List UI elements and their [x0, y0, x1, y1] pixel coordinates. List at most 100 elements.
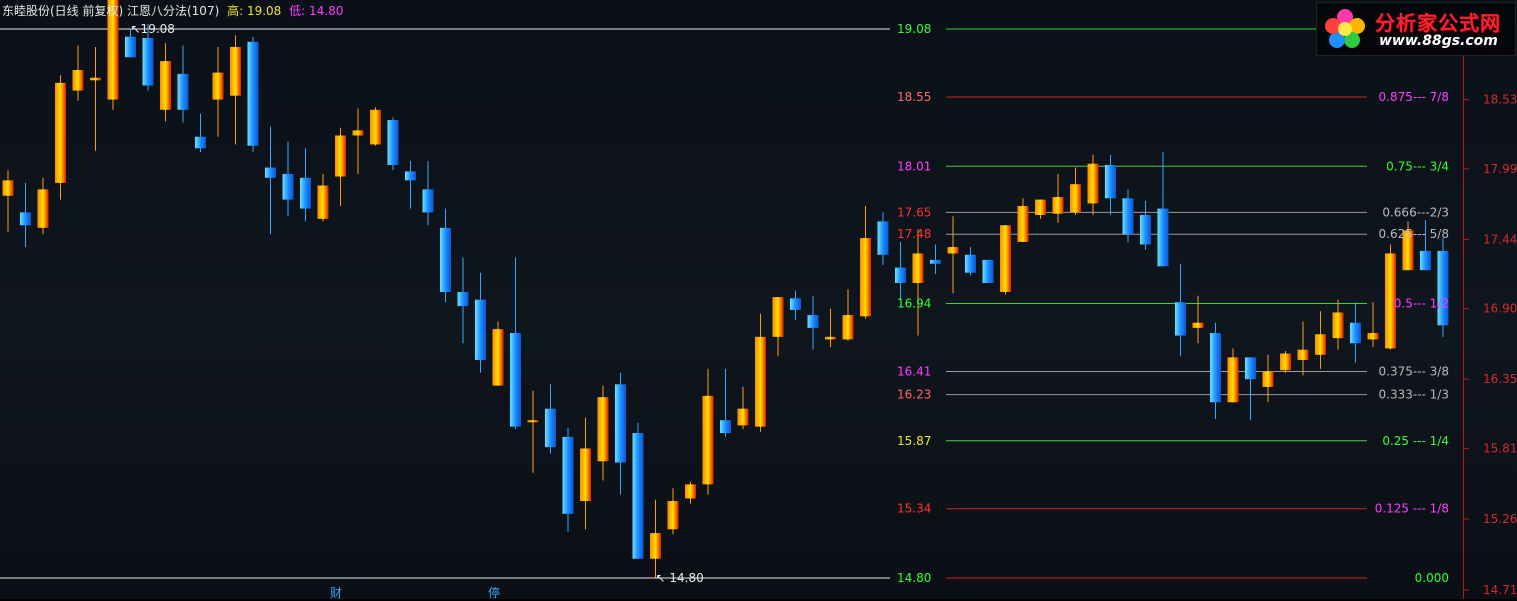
candle-67 — [1175, 263, 1186, 357]
candle-body-up — [1280, 353, 1291, 371]
candle-5 — [90, 46, 101, 151]
candle-body-up — [37, 189, 49, 228]
candle-body-down — [1175, 302, 1186, 336]
candle-body-up — [90, 77, 101, 81]
candle-19 — [335, 127, 346, 207]
candle-77 — [1350, 302, 1361, 363]
candle-body-up — [755, 336, 766, 427]
candle-48 — [842, 289, 854, 341]
level-ratio-label-5: 0.5--- 1/2 — [1394, 297, 1449, 311]
finance-marker[interactable]: 财 — [330, 584, 342, 601]
level-price-label-9: 15.34 — [897, 502, 931, 516]
candle-body-up — [370, 109, 381, 145]
candle-body-up — [1227, 357, 1239, 403]
axis-tick-label-3: 16.90 — [1483, 302, 1517, 316]
candle-body-up — [1262, 371, 1274, 387]
axis-tick-label-2: 17.44 — [1483, 232, 1517, 246]
candles — [2, 0, 1449, 578]
flower-logo-icon — [1325, 9, 1365, 48]
candle-49 — [860, 206, 871, 319]
candle-66 — [1157, 152, 1169, 267]
candle-body-up — [650, 533, 661, 559]
candle-body-up — [737, 408, 749, 426]
candle-14 — [247, 36, 259, 153]
axis-tick-label-7: 14.71 — [1483, 583, 1517, 597]
candle-body-down — [1350, 322, 1361, 344]
candle-62 — [1087, 154, 1099, 215]
candle-53 — [930, 244, 941, 274]
candle-body-down — [1122, 198, 1134, 235]
candle-body-down — [1210, 333, 1221, 403]
level-price-label-3: 17.65 — [897, 205, 931, 219]
candle-body-up — [597, 397, 609, 462]
candle-54 — [947, 216, 959, 294]
candle-15 — [265, 126, 276, 235]
logo-url: www.88gs.com — [1379, 33, 1498, 49]
candle-body-down — [615, 384, 626, 463]
candle-body-up — [1192, 322, 1204, 328]
suspension-marker[interactable]: 停 — [488, 584, 500, 601]
low-value-label: 低: 14.80 — [289, 4, 344, 18]
candle-body-up — [825, 336, 836, 340]
level-price-label-7: 16.23 — [897, 388, 931, 402]
candle-body-down — [405, 171, 416, 181]
candle-body-up — [55, 82, 66, 183]
candle-body-down — [1420, 250, 1431, 271]
level-price-label-1: 18.55 — [897, 90, 931, 104]
candle-50 — [877, 212, 889, 266]
candle-17 — [300, 148, 311, 222]
candle-33 — [580, 417, 591, 530]
candle-0 — [2, 170, 14, 232]
candle-37 — [650, 499, 661, 578]
candle-body-up — [1087, 163, 1099, 204]
candle-21 — [370, 107, 381, 146]
candle-73 — [1280, 350, 1291, 373]
candle-body-up — [527, 420, 539, 423]
candle-body-up — [1070, 184, 1081, 213]
candle-body-up — [702, 395, 714, 485]
candle-body-down — [1157, 208, 1169, 267]
logo[interactable]: 分析家公式网 www.88gs.com — [1316, 2, 1516, 56]
level-ratio-label-7: 0.333--- 1/3 — [1379, 388, 1449, 402]
candle-body-up — [492, 329, 504, 386]
candlestick-chart[interactable]: 19.08 18.55 0.875--- 7/8 18.01 0.75--- 3/4 17… — [0, 0, 1517, 599]
candle-70 — [1227, 348, 1239, 403]
candle-45 — [790, 290, 801, 321]
candle-23 — [405, 161, 416, 209]
candle-46 — [807, 295, 819, 350]
candle-61 — [1070, 167, 1081, 215]
candle-body-down — [632, 433, 644, 559]
right-axis: 18.53 17.99 17.44 16.90 16.35 15.81 15.26 14.71 — [1463, 56, 1517, 599]
candle-body-down — [440, 227, 451, 292]
candle-body-down — [177, 73, 189, 110]
candle-76 — [1332, 299, 1344, 350]
candle-42 — [737, 386, 749, 430]
low-annotation: ↖ 14.80 — [656, 571, 704, 585]
level-ratio-label-9: 0.125 --- 1/8 — [1375, 502, 1449, 516]
candle-body-up — [860, 238, 871, 317]
candle-36 — [632, 422, 644, 559]
candle-body-down — [510, 333, 521, 427]
level-ratio-label-10: 0.000 — [1415, 571, 1449, 585]
candle-body-down — [247, 41, 259, 146]
axis-tick-label-1: 17.99 — [1483, 162, 1517, 176]
candle-41 — [720, 368, 731, 437]
candle-body-up — [1000, 225, 1011, 292]
candle-39 — [685, 481, 696, 504]
candle-68 — [1192, 295, 1204, 344]
candle-24 — [422, 161, 434, 226]
candle-body-up — [230, 46, 241, 96]
candle-30 — [527, 390, 539, 473]
candle-57 — [1000, 225, 1011, 295]
candle-body-down — [422, 189, 434, 213]
axis-tick-label-5: 15.81 — [1483, 441, 1517, 455]
candle-body-down — [457, 291, 469, 307]
candle-2 — [37, 177, 49, 235]
candle-38 — [667, 488, 679, 535]
candle-71 — [1245, 357, 1256, 421]
level-price-label-8: 15.87 — [897, 434, 931, 448]
high-value-label: 高: 19.08 — [227, 4, 282, 18]
candle-9 — [160, 43, 171, 122]
candle-31 — [545, 384, 556, 454]
candle-body-up — [212, 72, 224, 100]
